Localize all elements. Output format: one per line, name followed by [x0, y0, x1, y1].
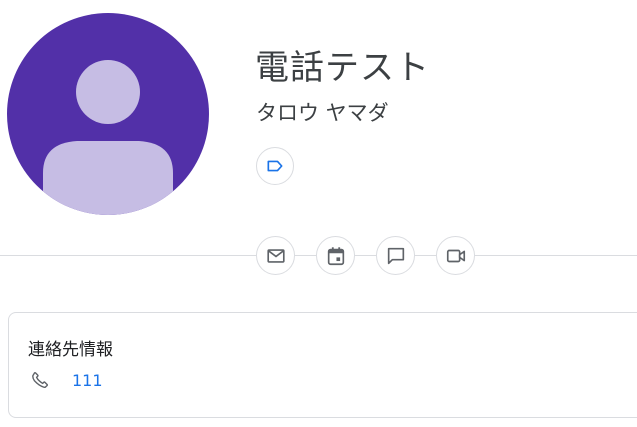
calendar-event-icon [327, 246, 344, 265]
phone-row: 111 [28, 368, 103, 392]
chat-button[interactable] [376, 236, 415, 275]
label-icon [267, 160, 283, 172]
label-button[interactable] [256, 147, 294, 185]
videocam-icon [446, 249, 465, 262]
person-avatar-icon [7, 13, 209, 215]
contact-name: 電話テスト [255, 48, 430, 88]
video-call-button[interactable] [436, 236, 475, 275]
contact-page: 電話テスト タロウ ヤマダ 連絡先情報 111 [0, 0, 637, 427]
mail-icon [266, 248, 285, 263]
send-email-button[interactable] [256, 236, 295, 275]
contact-avatar [7, 13, 209, 215]
contact-info-card: 連絡先情報 111 [8, 312, 637, 418]
phone-icon [28, 368, 52, 392]
contact-phonetic-name: タロウ ヤマダ [256, 101, 389, 125]
contact-info-title: 連絡先情報 [28, 340, 113, 360]
phone-number-link[interactable]: 111 [72, 371, 103, 390]
chat-bubble-icon [387, 247, 404, 264]
schedule-event-button[interactable] [316, 236, 355, 275]
